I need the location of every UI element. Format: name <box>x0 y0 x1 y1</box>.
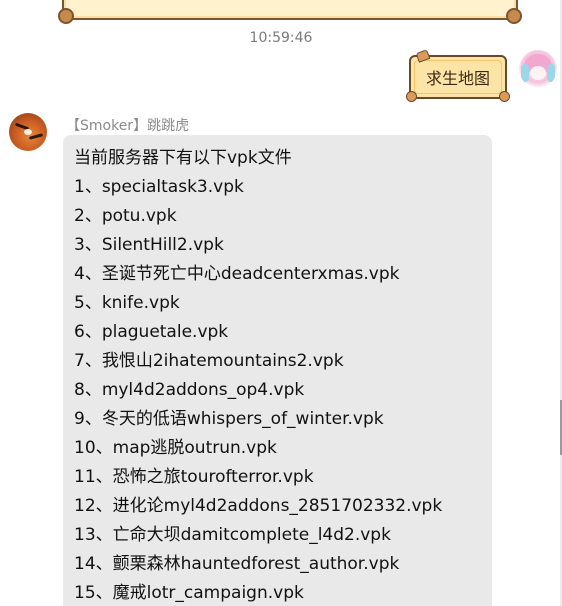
bubble-corner-ornament <box>499 91 510 102</box>
message-line: 9、冬天的低语whispers_of_winter.vpk <box>74 409 384 429</box>
message-line: 当前服务器下有以下vpk文件 <box>74 148 292 168</box>
message-line: 5、knife.vpk <box>74 293 180 313</box>
message-line: 6、plaguetale.vpk <box>74 322 229 342</box>
message-line: 7、我恨山2ihatemountains2.vpk <box>74 351 344 371</box>
tiger-eye <box>24 129 32 135</box>
message-line: 4、圣诞节死亡中心deadcenterxmas.vpk <box>74 264 400 284</box>
message-line: 13、亡命大坝damitcomplete_l4d2.vpk <box>74 525 391 545</box>
avatar-hair <box>521 64 529 82</box>
bubble-corner-ornament <box>506 8 522 24</box>
bubble-corner-ornament <box>406 91 417 102</box>
message-line: 14、颤栗森林hauntedforest_author.vpk <box>74 554 400 574</box>
cat-ear-ornament-icon <box>415 49 431 63</box>
message-line: 2、potu.vpk <box>74 206 177 226</box>
incoming-message-bubble[interactable]: 当前服务器下有以下vpk文件 1、specialtask3.vpk 2、potu… <box>63 135 492 606</box>
message-line: 15、魔戒lotr_campaign.vpk <box>74 583 304 603</box>
avatar-hair <box>547 64 555 82</box>
chat-window: 10:59:46 求生地图 【Smoker】跳跳虎 当前服务器下有以下vpk文件… <box>0 0 562 606</box>
outgoing-message-bubble[interactable]: 求生地图 <box>406 49 510 102</box>
sender-avatar[interactable] <box>9 113 47 151</box>
self-avatar[interactable] <box>519 50 557 88</box>
message-line: 10、map逃脱outrun.vpk <box>74 438 277 458</box>
message-line: 8、myl4d2addons_op4.vpk <box>74 380 305 400</box>
bubble-corner-ornament <box>58 8 74 24</box>
message-line: 1、specialtask3.vpk <box>74 177 244 197</box>
avatar-face <box>530 66 546 80</box>
previous-message-bubble[interactable] <box>58 0 522 24</box>
message-line: 3、SilentHill2.vpk <box>74 235 224 255</box>
message-line: 12、进化论myl4d2addons_2851702332.vpk <box>74 496 443 516</box>
sender-name[interactable]: 【Smoker】跳跳虎 <box>66 115 189 135</box>
message-line: 11、恐怖之旅tourofterror.vpk <box>74 467 314 487</box>
outgoing-message-text: 求生地图 <box>425 69 490 88</box>
message-timestamp: 10:59:46 <box>249 30 313 46</box>
tiger-stripe <box>28 133 44 140</box>
